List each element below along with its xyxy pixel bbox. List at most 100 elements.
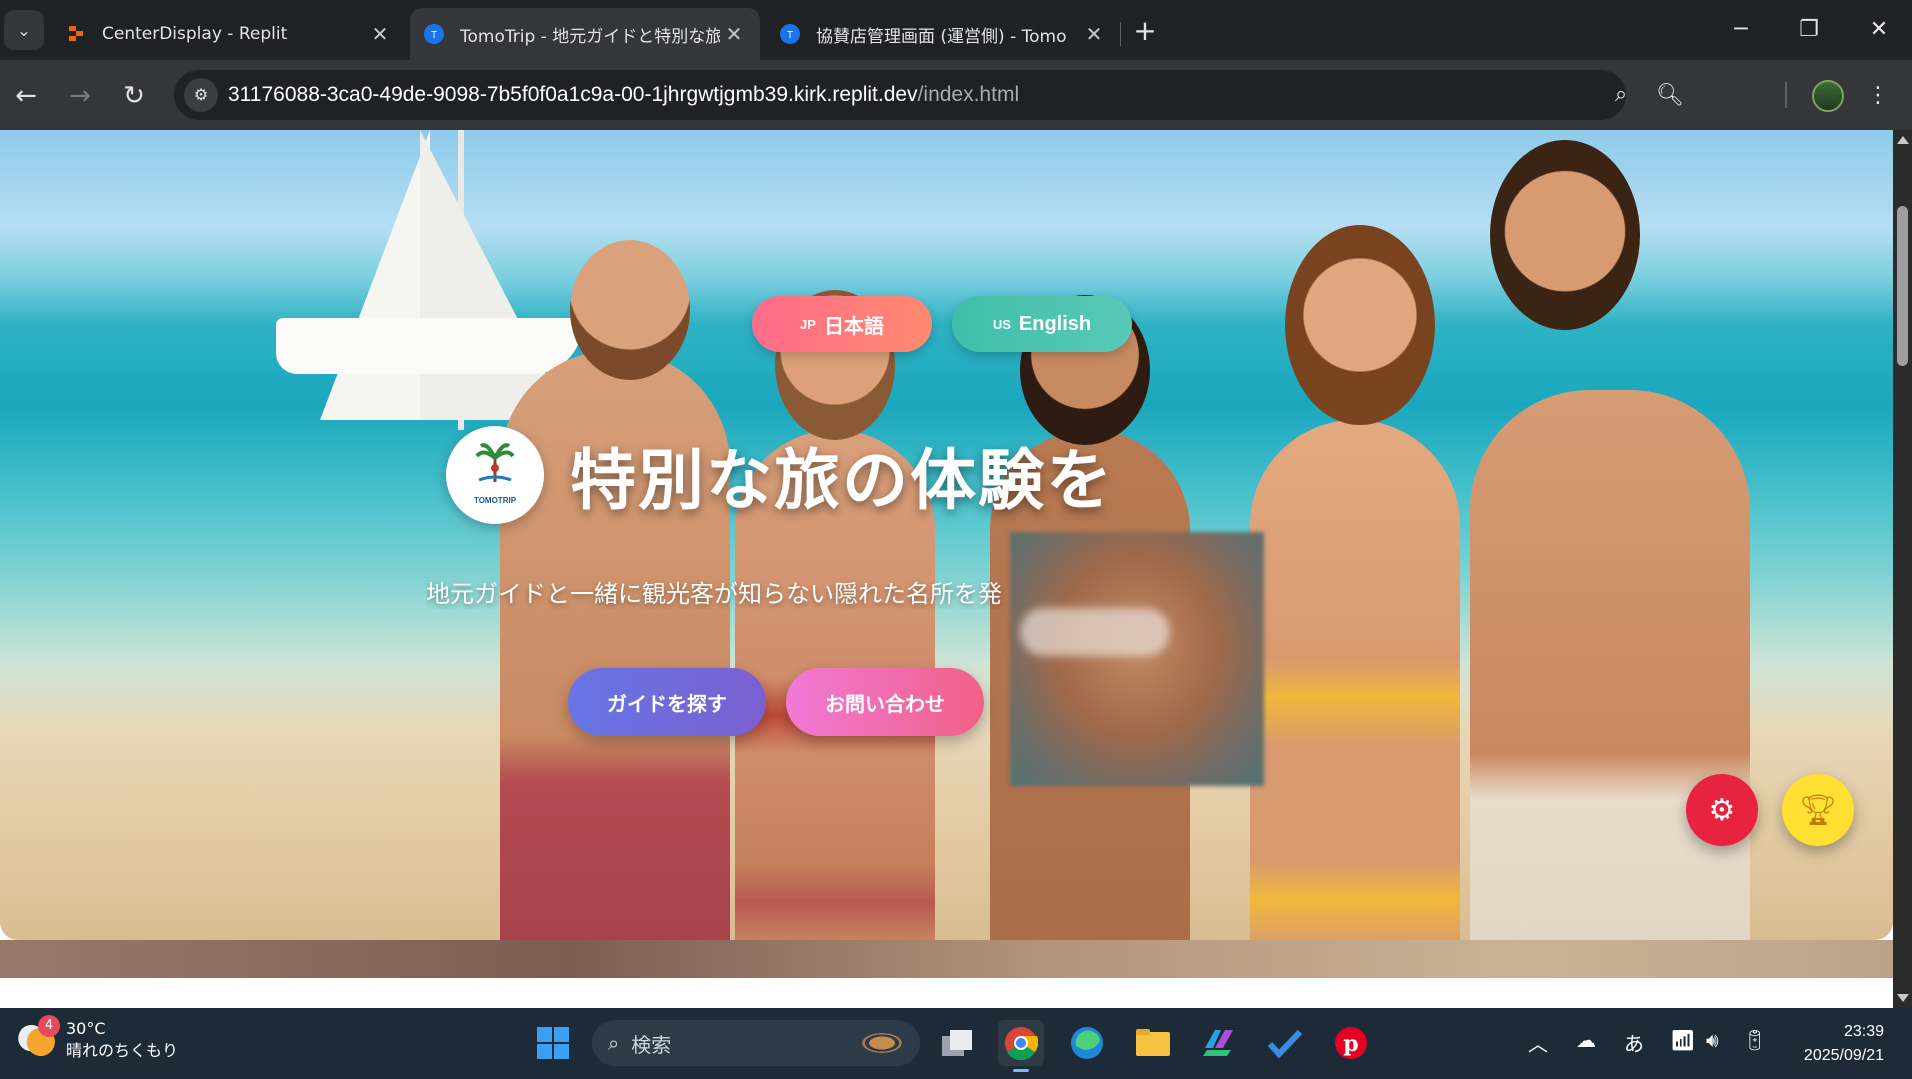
task-view-icon xyxy=(942,1030,972,1056)
url-text[interactable]: 31176088-3ca0-49de-9098-7b5f0f0a1c9a-00-… xyxy=(228,83,1019,107)
settings-fab[interactable]: ⚙ xyxy=(1686,774,1758,846)
close-window-button[interactable]: ✕ xyxy=(1856,12,1902,48)
taskbar-m365[interactable] xyxy=(1196,1020,1242,1066)
battery-icon[interactable]: 🔋︎ xyxy=(1742,1028,1767,1052)
scroll-thumb[interactable] xyxy=(1897,206,1908,366)
tab-bar: ⌄ CenterDisplay - Replit ✕ T TomoTrip - … xyxy=(0,0,1912,60)
svg-text:p: p xyxy=(1343,1031,1358,1057)
hero-title: 特別な旅の体験を xyxy=(570,442,1114,519)
tab-tomotrip[interactable]: T TomoTrip - 地元ガイドと特別な旅 ✕ xyxy=(410,8,760,60)
profile-avatar[interactable] xyxy=(1812,80,1844,112)
tab-sponsor-admin[interactable]: T 協賛店管理画面 (運営側) - Tomo ✕ xyxy=(766,8,1120,60)
active-indicator xyxy=(1013,1069,1029,1072)
ime-indicator[interactable]: あ xyxy=(1624,1028,1644,1057)
language-switcher: JP 日本語 US English xyxy=(752,296,1132,352)
gear-icon: ⚙ xyxy=(1708,792,1736,828)
lang-english-button[interactable]: US English xyxy=(952,296,1132,352)
trophy-icon: 🏆︎ xyxy=(1798,792,1838,828)
volume-icon[interactable]: 🔊︎ xyxy=(1706,1028,1719,1052)
tab-title: TomoTrip - 地元ガイドと特別な旅 xyxy=(460,26,720,47)
zoom-icon[interactable]: ⌕ xyxy=(1606,80,1636,110)
trophy-fab[interactable]: 🏆︎ xyxy=(1782,774,1854,846)
logo-text: TOMOTRIP xyxy=(473,496,517,505)
page-scrollbar[interactable] xyxy=(1893,130,1912,1008)
browser-toolbar: ← → ↻ ⚙ 31176088-3ca0-49de-9098-7b5f0f0a… xyxy=(0,60,1912,130)
hero-brand: TOMOTRIP 特別な旅の体験を xyxy=(446,426,1114,524)
reload-button[interactable]: ↻ xyxy=(114,76,154,116)
placeholder xyxy=(1652,78,1688,114)
task-view-button[interactable] xyxy=(934,1020,980,1066)
lang-japanese-button[interactable]: JP 日本語 xyxy=(752,296,932,352)
weather-widget[interactable]: 4 30°C 晴れのちくもり xyxy=(18,1015,179,1062)
new-tab-button[interactable]: + xyxy=(1128,14,1162,48)
folder-icon xyxy=(1136,1029,1170,1056)
chevron-up-icon[interactable]: ︿ xyxy=(1528,1028,1548,1057)
person-head xyxy=(1490,140,1640,330)
taskbar-explorer[interactable] xyxy=(1130,1020,1176,1066)
taskbar-search[interactable]: ⌕ 検索 xyxy=(592,1020,920,1066)
scroll-down-arrow[interactable] xyxy=(1897,994,1909,1002)
weather-temp: 30°C xyxy=(66,1019,106,1038)
search-placeholder: 検索 xyxy=(631,1032,672,1057)
tab-centerdisplay[interactable]: CenterDisplay - Replit ✕ xyxy=(52,8,406,60)
scroll-up-arrow[interactable] xyxy=(1897,136,1909,144)
hero-section: JP 日本語 US English TOMOTRIP 特別な旅の体験を 地元ガイ… xyxy=(0,130,1893,940)
replit-icon xyxy=(69,26,83,41)
onedrive-icon[interactable]: ☁ xyxy=(1576,1028,1596,1052)
windows-taskbar: 4 30°C 晴れのちくもり ⌕ 検索 p ︿ ☁ あ 📶︎ 🔊︎ 🔋︎ 23:… xyxy=(0,1008,1912,1079)
start-button[interactable] xyxy=(530,1020,576,1066)
person-figure xyxy=(1250,420,1460,940)
weather-desc: 晴れのちくもり xyxy=(66,1041,179,1060)
wifi-icon[interactable]: 📶︎ xyxy=(1670,1028,1695,1052)
url-path: /index.html xyxy=(917,83,1020,106)
clock-date: 2025/09/21 xyxy=(1803,1047,1884,1064)
search-icon: ⌕ xyxy=(608,1031,620,1055)
person-head xyxy=(570,240,690,380)
hero-subtitle: 地元ガイドと一緒に観光客が知らない隠れた名所を発 xyxy=(426,580,1002,608)
close-tab-icon[interactable]: ✕ xyxy=(1082,22,1106,46)
taskbar-clock[interactable]: 23:39 2025/09/21 xyxy=(1790,1020,1884,1068)
flag-us-icon: US xyxy=(992,316,1011,332)
tab-search-button[interactable]: ⌄ xyxy=(4,10,44,50)
site-info-icon[interactable]: ⚙ xyxy=(184,78,218,112)
m365-icon xyxy=(1203,1030,1233,1056)
tomotrip-logo[interactable]: TOMOTRIP xyxy=(446,426,544,524)
page-viewport: JP 日本語 US English TOMOTRIP 特別な旅の体験を 地元ガイ… xyxy=(0,130,1893,1008)
tab-title: 協賛店管理画面 (運営側) - Tomo xyxy=(816,26,1067,47)
pinterest-icon: p xyxy=(1335,1027,1367,1059)
windows-icon xyxy=(537,1027,569,1059)
address-bar[interactable]: ⚙ 31176088-3ca0-49de-9098-7b5f0f0a1c9a-0… xyxy=(174,70,1627,120)
svg-text:T: T xyxy=(787,30,793,41)
lang-japanese-label: 日本語 xyxy=(823,315,884,338)
taskbar-edge[interactable] xyxy=(1064,1020,1110,1066)
url-host: 31176088-3ca0-49de-9098-7b5f0f0a1c9a-00-… xyxy=(228,83,918,106)
person-head xyxy=(1285,225,1435,425)
tab-separator xyxy=(1120,22,1121,46)
find-guide-button[interactable]: ガイドを探す xyxy=(568,668,766,736)
palm-tree-icon xyxy=(475,443,515,482)
back-button[interactable]: ← xyxy=(6,76,46,116)
clock-time: 23:39 xyxy=(1843,1023,1884,1040)
taskbar-pinterest[interactable]: p xyxy=(1328,1020,1374,1066)
forward-button[interactable]: → xyxy=(60,76,100,116)
close-tab-icon[interactable]: ✕ xyxy=(722,22,746,46)
taskbar-todo[interactable] xyxy=(1262,1020,1308,1066)
minimize-button[interactable]: ─ xyxy=(1718,12,1764,48)
blurred-region xyxy=(1010,532,1264,786)
weather-icon: 4 xyxy=(18,1015,60,1059)
person-figure xyxy=(1470,390,1750,940)
taskbar-chrome[interactable] xyxy=(998,1020,1044,1072)
weather-badge: 4 xyxy=(38,1015,60,1037)
checkmark-icon xyxy=(1267,1029,1303,1058)
flag-jp-icon: JP xyxy=(800,316,816,332)
tomotrip-icon: T xyxy=(424,24,444,44)
restore-button[interactable]: ❐ xyxy=(1786,12,1832,48)
close-tab-icon[interactable]: ✕ xyxy=(368,22,392,46)
svg-text:T: T xyxy=(431,30,437,41)
chrome-icon xyxy=(1005,1027,1038,1060)
boat-sail xyxy=(320,130,430,420)
lang-english-label: English xyxy=(1018,312,1092,335)
contact-button[interactable]: お問い合わせ xyxy=(786,668,984,736)
menu-icon[interactable]: ⋮ xyxy=(1860,78,1896,114)
tab-title: CenterDisplay - Replit xyxy=(102,24,288,44)
